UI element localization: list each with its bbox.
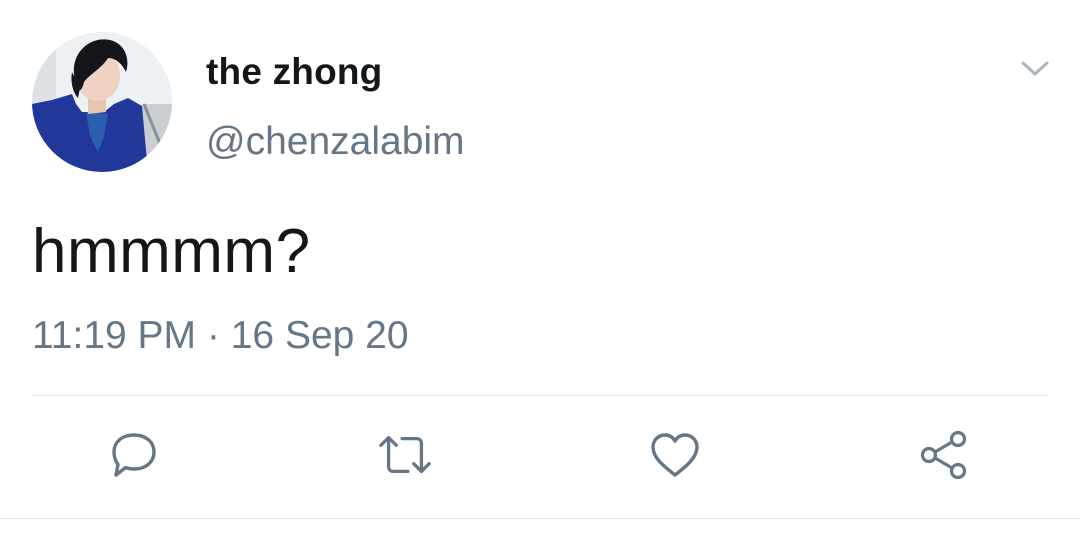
meta-separator: ·: [206, 314, 220, 357]
like-button[interactable]: [647, 427, 703, 483]
tweet-card: the zhong @chenzalabim hmmmm? 11:19 PM ·…: [0, 0, 1080, 535]
heart-icon: [651, 433, 699, 477]
retweet-icon: [379, 435, 431, 474]
retweet-button[interactable]: [377, 427, 433, 483]
chevron-down-icon: [1021, 61, 1049, 76]
tweet-timestamp[interactable]: 11:19 PM · 16 Sep 20: [32, 313, 409, 359]
divider: [32, 395, 1048, 396]
tweet-text: hmmmm?: [32, 217, 311, 286]
tweet-time: 11:19 PM: [32, 314, 197, 357]
reply-icon: [112, 433, 156, 477]
share-button[interactable]: [917, 427, 973, 483]
avatar-photo: [32, 32, 172, 172]
tweet-options-button[interactable]: [1016, 54, 1054, 84]
reply-button[interactable]: [106, 427, 162, 483]
avatar[interactable]: [32, 32, 172, 172]
display-name[interactable]: the zhong: [206, 50, 382, 94]
divider: [0, 518, 1080, 519]
tweet-date: 16 Sep 20: [230, 314, 409, 357]
share-icon: [920, 430, 967, 480]
user-handle[interactable]: @chenzalabim: [206, 119, 465, 165]
